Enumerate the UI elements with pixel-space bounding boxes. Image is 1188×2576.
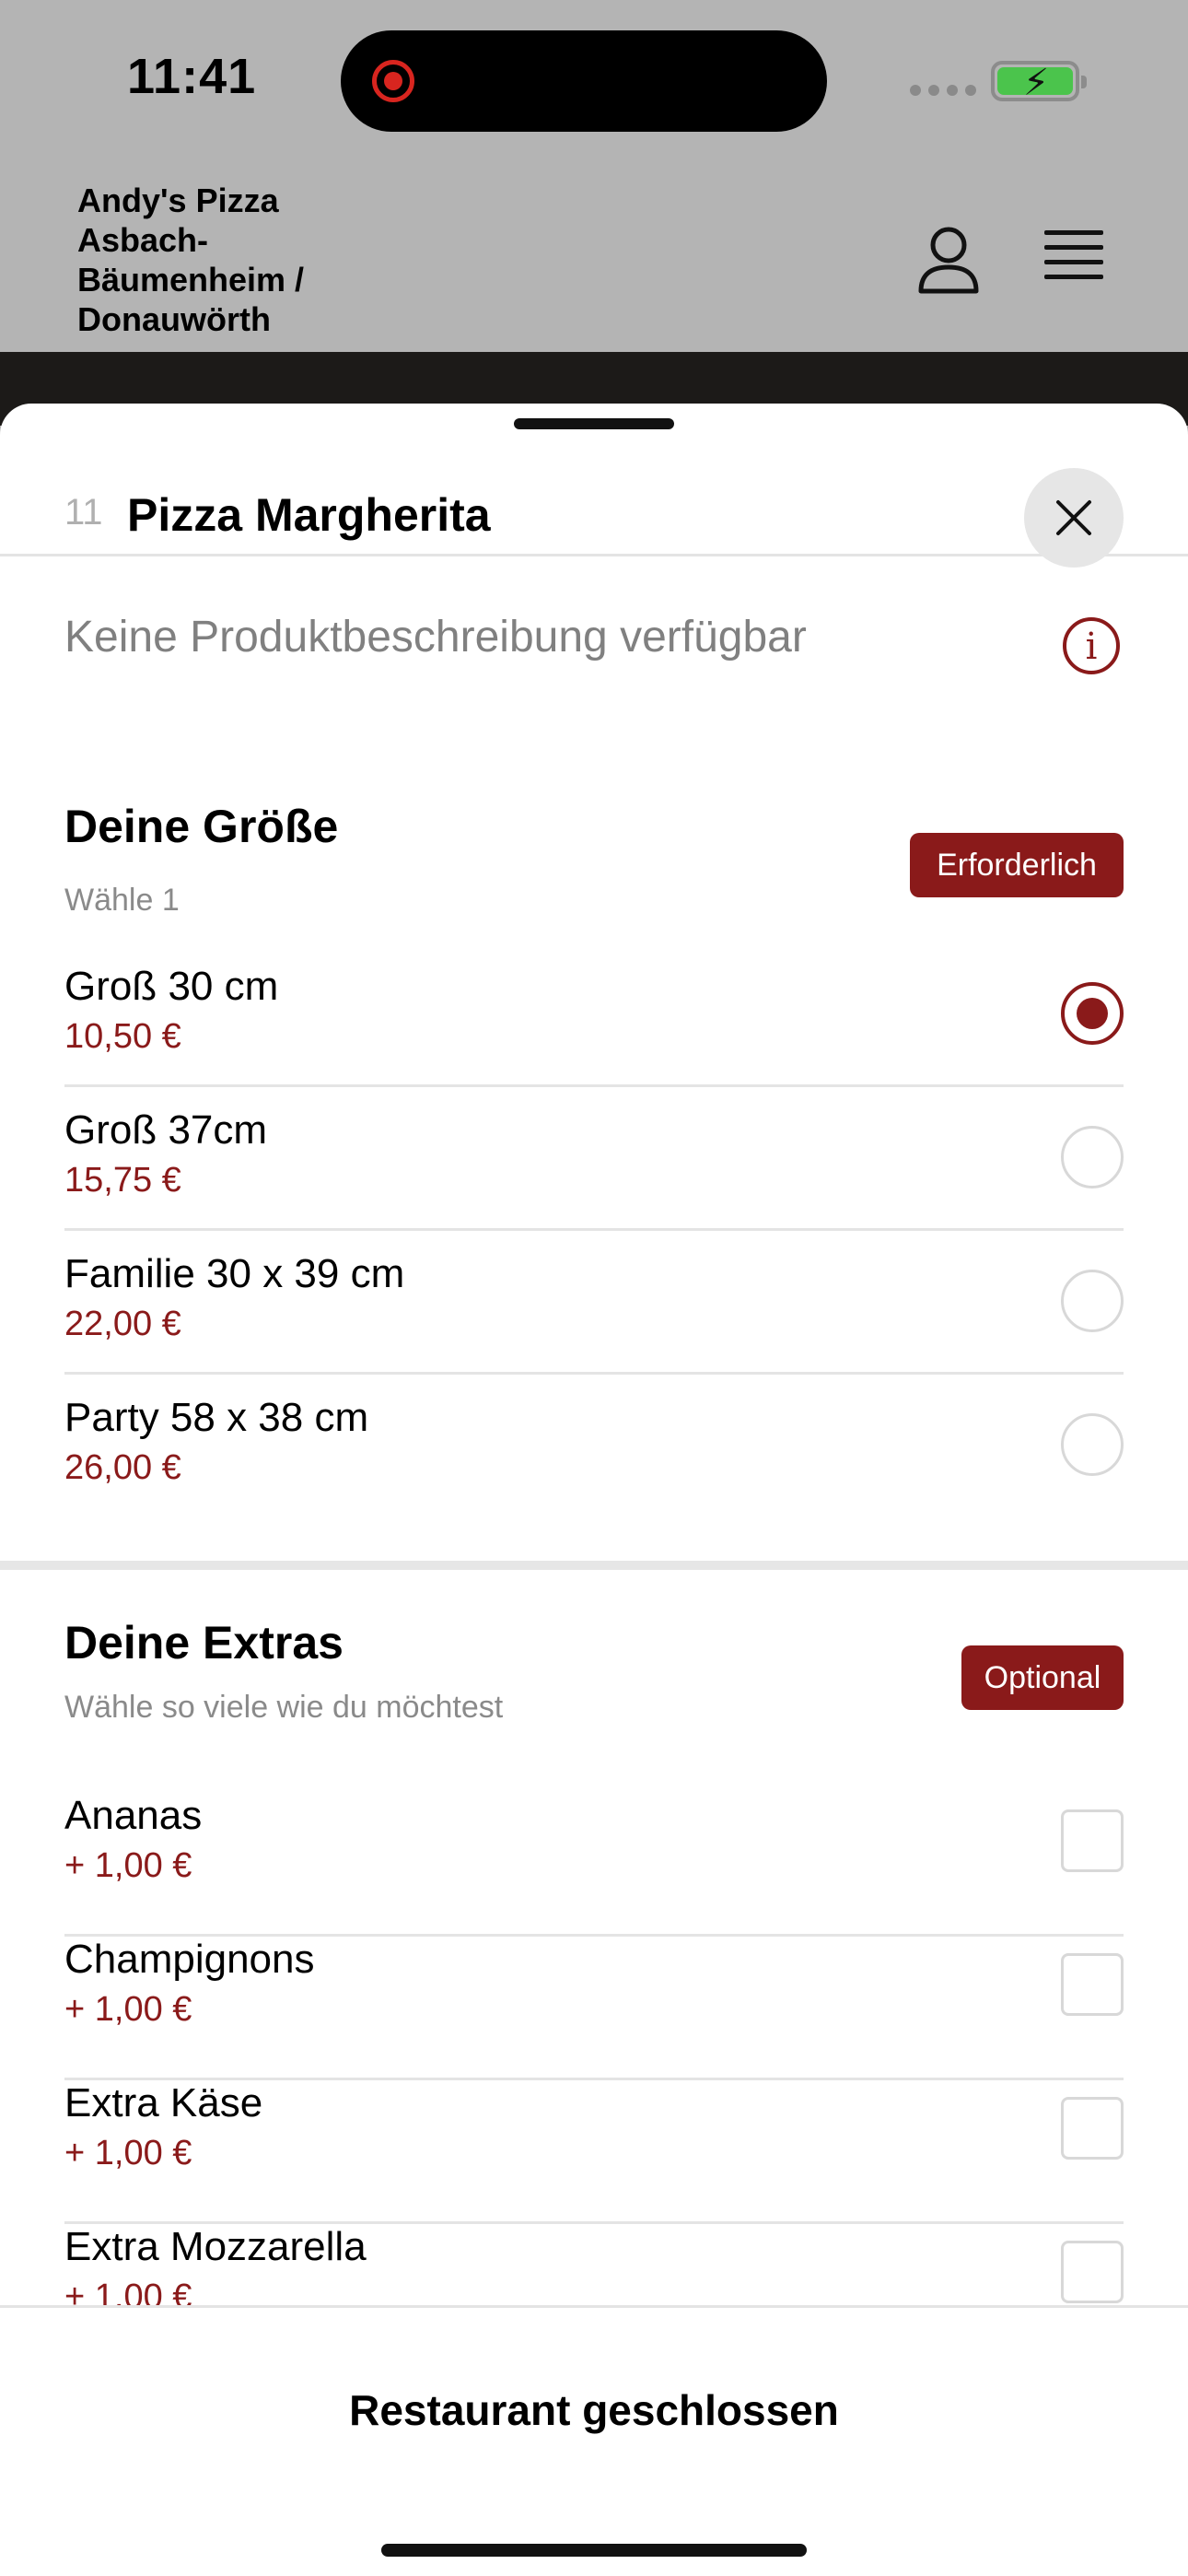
radio-selected[interactable]: [1061, 982, 1124, 1045]
footer-bar: Restaurant geschlossen: [0, 2305, 1188, 2576]
section-divider: [0, 1561, 1188, 1570]
option-label: Groß 30 cm: [64, 964, 279, 1009]
extras-section-title: Deine Extras: [64, 1617, 344, 1669]
cellular-signal-icon: [910, 85, 976, 96]
checkbox[interactable]: [1061, 2097, 1124, 2160]
status-time: 11:41: [127, 49, 257, 104]
optional-badge: Optional: [961, 1645, 1124, 1710]
extra-option[interactable]: Extra Käse + 1,00 €: [64, 2080, 1124, 2224]
size-option[interactable]: Familie 30 x 39 cm 22,00 €: [64, 1231, 1124, 1375]
restaurant-closed-label: Restaurant geschlossen: [349, 2386, 839, 2434]
size-option[interactable]: Party 58 x 38 cm 26,00 €: [64, 1375, 1124, 1518]
restaurant-name: Andy's Pizza Asbach-Bäumenheim / Donauwö…: [77, 181, 305, 338]
option-label: Extra Mozzarella: [64, 2224, 367, 2269]
extra-option[interactable]: Champignons + 1,00 €: [64, 1937, 1124, 2080]
product-number: 11: [64, 492, 103, 533]
size-section-title: Deine Größe: [64, 801, 339, 852]
extras-options: Ananas + 1,00 € Champignons + 1,00 € Ext…: [64, 1793, 1124, 2368]
product-title-row: 11 Pizza Margherita: [0, 440, 1188, 568]
hamburger-menu-icon[interactable]: [1044, 230, 1103, 286]
checkbox[interactable]: [1061, 2241, 1124, 2303]
close-button[interactable]: [1024, 468, 1124, 568]
product-sheet: 11 Pizza Margherita Keine Produktbeschre…: [0, 404, 1188, 2576]
option-label: Champignons: [64, 1937, 315, 1982]
checkbox[interactable]: [1061, 1953, 1124, 2016]
user-account-icon[interactable]: [914, 225, 984, 295]
charging-bolt-icon: ⚡: [1023, 63, 1050, 103]
info-icon[interactable]: i: [1063, 617, 1120, 674]
option-price: 26,00 €: [64, 1448, 181, 1487]
option-label: Groß 37cm: [64, 1107, 268, 1153]
sheet-grabber[interactable]: [514, 418, 674, 429]
dynamic-island: [341, 30, 827, 132]
option-price: 22,00 €: [64, 1305, 181, 1343]
required-badge: Erforderlich: [910, 833, 1124, 897]
size-section-subtitle: Wähle 1: [64, 883, 180, 918]
extra-option[interactable]: Ananas + 1,00 €: [64, 1793, 1124, 1937]
size-option[interactable]: Groß 30 cm 10,50 €: [64, 943, 1124, 1087]
app-header: Andy's Pizza Asbach-Bäumenheim / Donauwö…: [0, 175, 1188, 352]
option-price: + 1,00 €: [64, 1846, 192, 1885]
home-indicator[interactable]: [381, 2544, 807, 2557]
battery-icon: ⚡: [991, 61, 1087, 103]
option-label: Familie 30 x 39 cm: [64, 1251, 405, 1296]
status-bar: 11:41 ⚡: [0, 0, 1188, 175]
option-price: 15,75 €: [64, 1161, 181, 1200]
close-icon: [1056, 500, 1091, 535]
radio-unselected[interactable]: [1061, 1126, 1124, 1188]
extras-section-subtitle: Wähle so viele wie du möchtest: [64, 1690, 504, 1725]
radio-unselected[interactable]: [1061, 1413, 1124, 1476]
product-title: Pizza Margherita: [127, 489, 491, 541]
recording-icon: [372, 60, 414, 102]
size-options: Groß 30 cm 10,50 € Groß 37cm 15,75 € Fam…: [64, 943, 1124, 1518]
option-price: 10,50 €: [64, 1017, 181, 1056]
radio-unselected[interactable]: [1061, 1270, 1124, 1332]
size-option[interactable]: Groß 37cm 15,75 €: [64, 1087, 1124, 1231]
option-label: Ananas: [64, 1793, 203, 1838]
option-label: Extra Käse: [64, 2080, 263, 2125]
checkbox[interactable]: [1061, 1809, 1124, 1872]
option-price: + 1,00 €: [64, 1990, 192, 2029]
product-description: Keine Produktbeschreibung verfügbar: [64, 613, 807, 662]
option-label: Party 58 x 38 cm: [64, 1395, 369, 1440]
option-price: + 1,00 €: [64, 2134, 192, 2172]
